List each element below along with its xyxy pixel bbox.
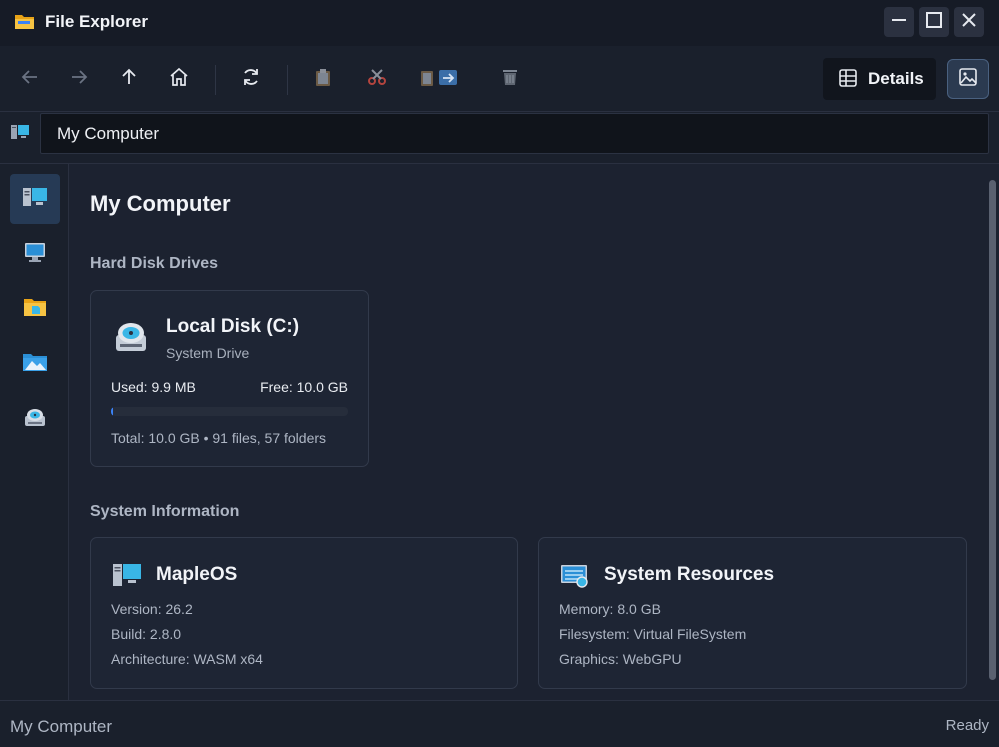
minimize-icon — [891, 12, 907, 33]
os-architecture: Architecture: WASM x64 — [111, 651, 263, 667]
table-icon — [839, 69, 857, 92]
status-bar: My Computer Ready — [0, 700, 999, 747]
minimize-button[interactable] — [884, 7, 914, 37]
os-info-card: MapleOS Version: 26.2 Build: 2.8.0 Archi… — [90, 537, 518, 689]
drive-total: Total: 10.0 GB • 91 files, 57 folders — [111, 430, 327, 446]
computer-icon — [23, 187, 47, 212]
cut-button[interactable] — [361, 64, 393, 94]
image-icon — [959, 67, 977, 91]
resources-graphics: Graphics: WebGPU — [559, 651, 682, 667]
close-icon — [961, 12, 977, 33]
maximize-button[interactable] — [919, 7, 949, 37]
paste-button[interactable] — [416, 64, 466, 94]
section-title-system: System Information — [90, 503, 240, 520]
details-label: Details — [868, 69, 924, 88]
delete-button[interactable] — [494, 64, 526, 94]
close-button[interactable] — [954, 7, 984, 37]
toolbar-separator — [215, 65, 216, 95]
page-title: My Computer — [90, 191, 231, 216]
arrow-right-icon — [70, 68, 88, 91]
clipboard-icon — [315, 68, 331, 91]
section-title-drives: Hard Disk Drives — [90, 255, 219, 272]
main-content: My Computer Hard Disk Drives Local Disk … — [70, 164, 987, 700]
scrollbar-thumb[interactable] — [989, 180, 996, 680]
folder-icon — [14, 12, 36, 32]
trash-icon — [501, 68, 519, 91]
monitor-icon — [24, 242, 46, 267]
status-state: Ready — [945, 717, 989, 734]
maximize-icon — [925, 11, 943, 34]
copy-button[interactable] — [307, 64, 339, 94]
address-bar: My Computer — [0, 112, 999, 164]
toolbar: Details — [0, 46, 999, 112]
sidebar-item-documents[interactable] — [10, 284, 60, 334]
resources-filesystem: Filesystem: Virtual FileSystem — [559, 626, 747, 642]
forward-button[interactable] — [63, 64, 95, 94]
resources-title: System Resources — [604, 564, 775, 585]
disk-icon — [114, 319, 148, 358]
sidebar-item-disk[interactable] — [10, 394, 60, 444]
resources-memory: Memory: 8.0 GB — [559, 601, 661, 617]
drive-usage-bar — [111, 407, 348, 416]
arrow-up-icon — [120, 68, 138, 91]
up-button[interactable] — [113, 64, 145, 94]
os-name: MapleOS — [156, 564, 238, 585]
window-title: File Explorer — [45, 12, 148, 31]
title-bar: File Explorer — [0, 0, 999, 46]
scissors-icon — [367, 68, 387, 91]
sidebar-item-my-computer[interactable] — [10, 174, 60, 224]
toolbar-separator — [287, 65, 288, 95]
preview-pane-button[interactable] — [947, 59, 989, 99]
pictures-icon — [22, 352, 48, 377]
computer-icon — [11, 124, 29, 145]
status-location: My Computer — [10, 717, 113, 736]
system-resources-icon — [560, 563, 590, 594]
sidebar — [0, 164, 69, 700]
refresh-button[interactable] — [235, 64, 267, 94]
resources-card: System Resources Memory: 8.0 GB Filesyst… — [538, 537, 967, 689]
sidebar-item-desktop[interactable] — [10, 229, 60, 279]
drive-name: Local Disk (C:) — [166, 316, 300, 337]
folder-icon — [23, 297, 47, 322]
home-icon — [169, 67, 189, 92]
os-version: Version: 26.2 — [111, 601, 193, 617]
sidebar-item-pictures[interactable] — [10, 339, 60, 389]
details-view-button[interactable]: Details — [823, 58, 936, 100]
home-button[interactable] — [163, 64, 195, 94]
disk-icon — [24, 407, 46, 432]
arrow-left-icon — [21, 68, 39, 91]
back-button[interactable] — [14, 64, 46, 94]
refresh-icon — [241, 67, 261, 92]
drive-card-c[interactable]: Local Disk (C:) System Drive Used: 9.9 M… — [90, 290, 369, 467]
paste-icon — [419, 68, 463, 91]
drive-free: Free: 10.0 GB — [260, 379, 348, 395]
os-build: Build: 2.8.0 — [111, 626, 182, 642]
address-input[interactable]: My Computer — [40, 113, 989, 154]
drive-subtitle: System Drive — [166, 345, 250, 361]
drive-used: Used: 9.9 MB — [111, 379, 196, 395]
computer-icon — [113, 563, 141, 592]
drive-usage-fill — [111, 407, 114, 416]
